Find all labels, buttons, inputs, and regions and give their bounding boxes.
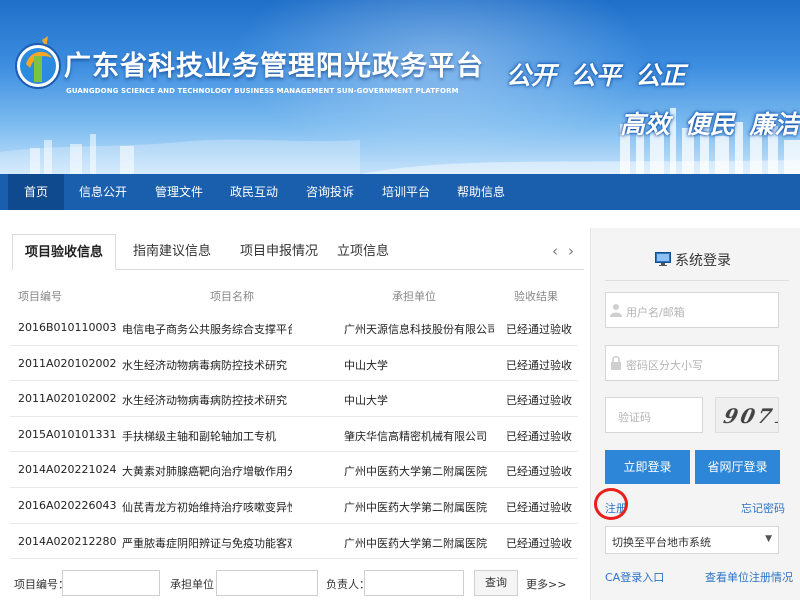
table-row[interactable]: 2016B010110003 电信电子商务公共服务综合支撑平台 广州天源信息科技股份… <box>10 310 578 346</box>
cell-unit: 广州中医药大学第二附属医院 <box>344 536 487 550</box>
cell-name[interactable]: 仙芪青龙方初始维持治疗咳嗽变异性... <box>122 499 292 515</box>
nav-item-complaints[interactable]: 咨询投诉 <box>301 174 359 210</box>
slogan-line-2: 高效 便民 廉洁 <box>620 110 800 139</box>
table-row[interactable]: 2016A020226043 仙芪青龙方初始维持治疗咳嗽变异性... 广州中医药大学… <box>10 488 578 524</box>
city-system-select-value: 切换至平台地市系统 <box>612 536 711 549</box>
search-bar: 项目编号： 承担单位： 负责人： 查询 更多>> <box>0 566 590 600</box>
col-header-unit: 承担单位 <box>392 290 436 303</box>
nav-item-help[interactable]: 帮助信息 <box>452 174 510 210</box>
nav-item-interaction[interactable]: 政民互动 <box>225 174 283 210</box>
cell-result: 已经通过验收 <box>506 358 572 372</box>
cell-unit: 广州中医药大学第二附属医院 <box>344 465 487 479</box>
chevron-left-icon[interactable]: ‹ <box>552 242 558 260</box>
cell-code: 2011A020102002 <box>18 356 117 370</box>
nav-item-management-files[interactable]: 管理文件 <box>150 174 208 210</box>
table-row[interactable]: 2011A020102002 水生经济动物病毒病防控技术研究 中山大学 已经通过验收 <box>10 381 578 417</box>
username-placeholder: 用户名/邮箱 <box>626 306 685 319</box>
cell-unit: 肇庆华信高精密机械有限公司 <box>344 429 487 443</box>
cell-code: 2011A020102002 <box>18 392 117 406</box>
tab-project-approval[interactable]: 立项信息 <box>334 234 392 270</box>
code-input[interactable] <box>62 570 160 596</box>
gd-science-logo-icon <box>15 36 61 89</box>
table-body: 2016B010110003 电信电子商务公共服务综合支撑平台 广州天源信息科技股份… <box>10 310 578 560</box>
col-header-name: 项目名称 <box>210 290 254 303</box>
site-subtitle: GUANGDONG SCIENCE AND TECHNOLOGY BUSINES… <box>66 87 459 95</box>
lock-icon <box>611 355 621 370</box>
chevron-down-icon: ▼ <box>765 534 772 544</box>
table-header: 项目编号 项目名称 承担单位 验收结果 <box>10 282 578 310</box>
cell-code: 2014A020221024 <box>18 463 117 477</box>
unit-registration-link[interactable]: 查看单位注册情况 <box>705 569 793 585</box>
cell-result: 已经通过验收 <box>506 429 572 443</box>
login-divider <box>605 280 789 281</box>
cell-code: 2014A020212280 <box>18 534 117 548</box>
cell-result: 已经通过验收 <box>506 394 572 408</box>
captcha-text: 9071 <box>721 404 779 428</box>
tab-application-status[interactable]: 项目申报情况 <box>230 234 328 270</box>
main-nav: 首页 信息公开 管理文件 政民互动 咨询投诉 培训平台 帮助信息 <box>0 174 800 210</box>
unit-input[interactable] <box>216 570 318 596</box>
cell-unit: 广州天源信息科技股份有限公司 <box>344 323 494 336</box>
cell-result: 已经通过验收 <box>506 500 572 514</box>
nav-item-home[interactable]: 首页 <box>8 174 64 210</box>
person-input[interactable] <box>364 570 464 596</box>
cell-result: 已经通过验收 <box>506 323 572 336</box>
password-placeholder: 密码区分大小写 <box>626 359 703 372</box>
header-banner: 广东省科技业务管理阳光政务平台 GUANGDONG SCIENCE AND TE… <box>0 0 800 174</box>
site-title: 广东省科技业务管理阳光政务平台 <box>64 51 484 82</box>
captcha-input[interactable]: 验证码 <box>605 397 703 433</box>
captcha-image[interactable]: 9071 <box>715 397 779 433</box>
cell-name[interactable]: 水生经济动物病毒病防控技术研究 <box>122 357 287 373</box>
user-icon <box>610 304 622 317</box>
login-button[interactable]: 立即登录 <box>605 450 690 484</box>
cell-code: 2016A020226043 <box>18 498 117 512</box>
col-header-code: 项目编号 <box>18 290 62 303</box>
tab-guide-suggestions[interactable]: 指南建议信息 <box>126 234 218 270</box>
captcha-placeholder: 验证码 <box>618 411 651 424</box>
cell-code: 2015A010101331 <box>18 427 117 441</box>
slogan-line-1: 公开 公平 公正 <box>506 61 686 90</box>
more-link[interactable]: 更多>> <box>526 576 566 592</box>
nav-item-info-disclosure[interactable]: 信息公开 <box>74 174 132 210</box>
forgot-password-link[interactable]: 忘记密码 <box>741 500 785 516</box>
cell-name[interactable]: 手扶梯级主轴和副轮轴加工专机 <box>122 428 276 444</box>
username-input[interactable]: 用户名/邮箱 <box>605 292 779 328</box>
password-input[interactable]: 密码区分大小写 <box>605 345 779 381</box>
cell-name[interactable]: 严重脓毒症阴阳辨证与免疫功能客观... <box>122 535 292 551</box>
cell-name[interactable]: 水生经济动物病毒病防控技术研究 <box>122 392 287 408</box>
login-panel: 系统登录 用户名/邮箱 密码区分大小写 验证码 9071 立即登录 省网厅登录 … <box>590 228 800 600</box>
cell-name[interactable]: 大黄素对肺腺癌靶向治疗增敏作用分... <box>122 463 292 479</box>
cell-result: 已经通过验收 <box>506 536 572 550</box>
table-row[interactable]: 2011A020102002 水生经济动物病毒病防控技术研究 中山大学 已经通过验收 <box>10 346 578 382</box>
table-row[interactable]: 2014A020221024 大黄素对肺腺癌靶向治疗增敏作用分... 广州中医药大学… <box>10 452 578 488</box>
nav-item-training[interactable]: 培训平台 <box>377 174 435 210</box>
info-tabs: 项目验收信息 指南建议信息 项目申报情况 立项信息 ‹ › <box>12 234 584 271</box>
chevron-right-icon[interactable]: › <box>568 242 574 260</box>
register-highlight-circle <box>594 488 628 520</box>
table-row[interactable]: 2015A010101331 手扶梯级主轴和副轮轴加工专机 肇庆华信高精密机械有限公… <box>10 417 578 453</box>
tab-acceptance-info[interactable]: 项目验收信息 <box>12 234 116 271</box>
cell-unit: 中山大学 <box>344 358 388 372</box>
login-title-text: 系统登录 <box>675 253 731 269</box>
query-button[interactable]: 查询 <box>474 570 518 596</box>
login-title: 系统登录 <box>653 250 731 270</box>
table-row[interactable]: 2014A020212280 严重脓毒症阴阳辨证与免疫功能客观... 广州中医药大学… <box>10 524 578 560</box>
cell-unit: 广州中医药大学第二附属医院 <box>344 500 487 514</box>
hall-login-button[interactable]: 省网厅登录 <box>695 450 780 484</box>
cell-unit: 中山大学 <box>344 394 388 408</box>
col-header-result: 验收结果 <box>514 290 558 303</box>
code-label: 项目编号： <box>14 578 69 591</box>
cell-name[interactable]: 电信电子商务公共服务综合支撑平台 <box>122 321 292 337</box>
ca-login-link[interactable]: CA登录入口 <box>605 569 664 585</box>
cell-code: 2016B010110003 <box>18 321 117 334</box>
city-system-select[interactable]: 切换至平台地市系统 ▼ <box>605 526 779 554</box>
acceptance-table: 项目编号 项目名称 承担单位 验收结果 2016B010110003 电信电子商务… <box>10 282 578 560</box>
cell-result: 已经通过验收 <box>506 465 572 479</box>
